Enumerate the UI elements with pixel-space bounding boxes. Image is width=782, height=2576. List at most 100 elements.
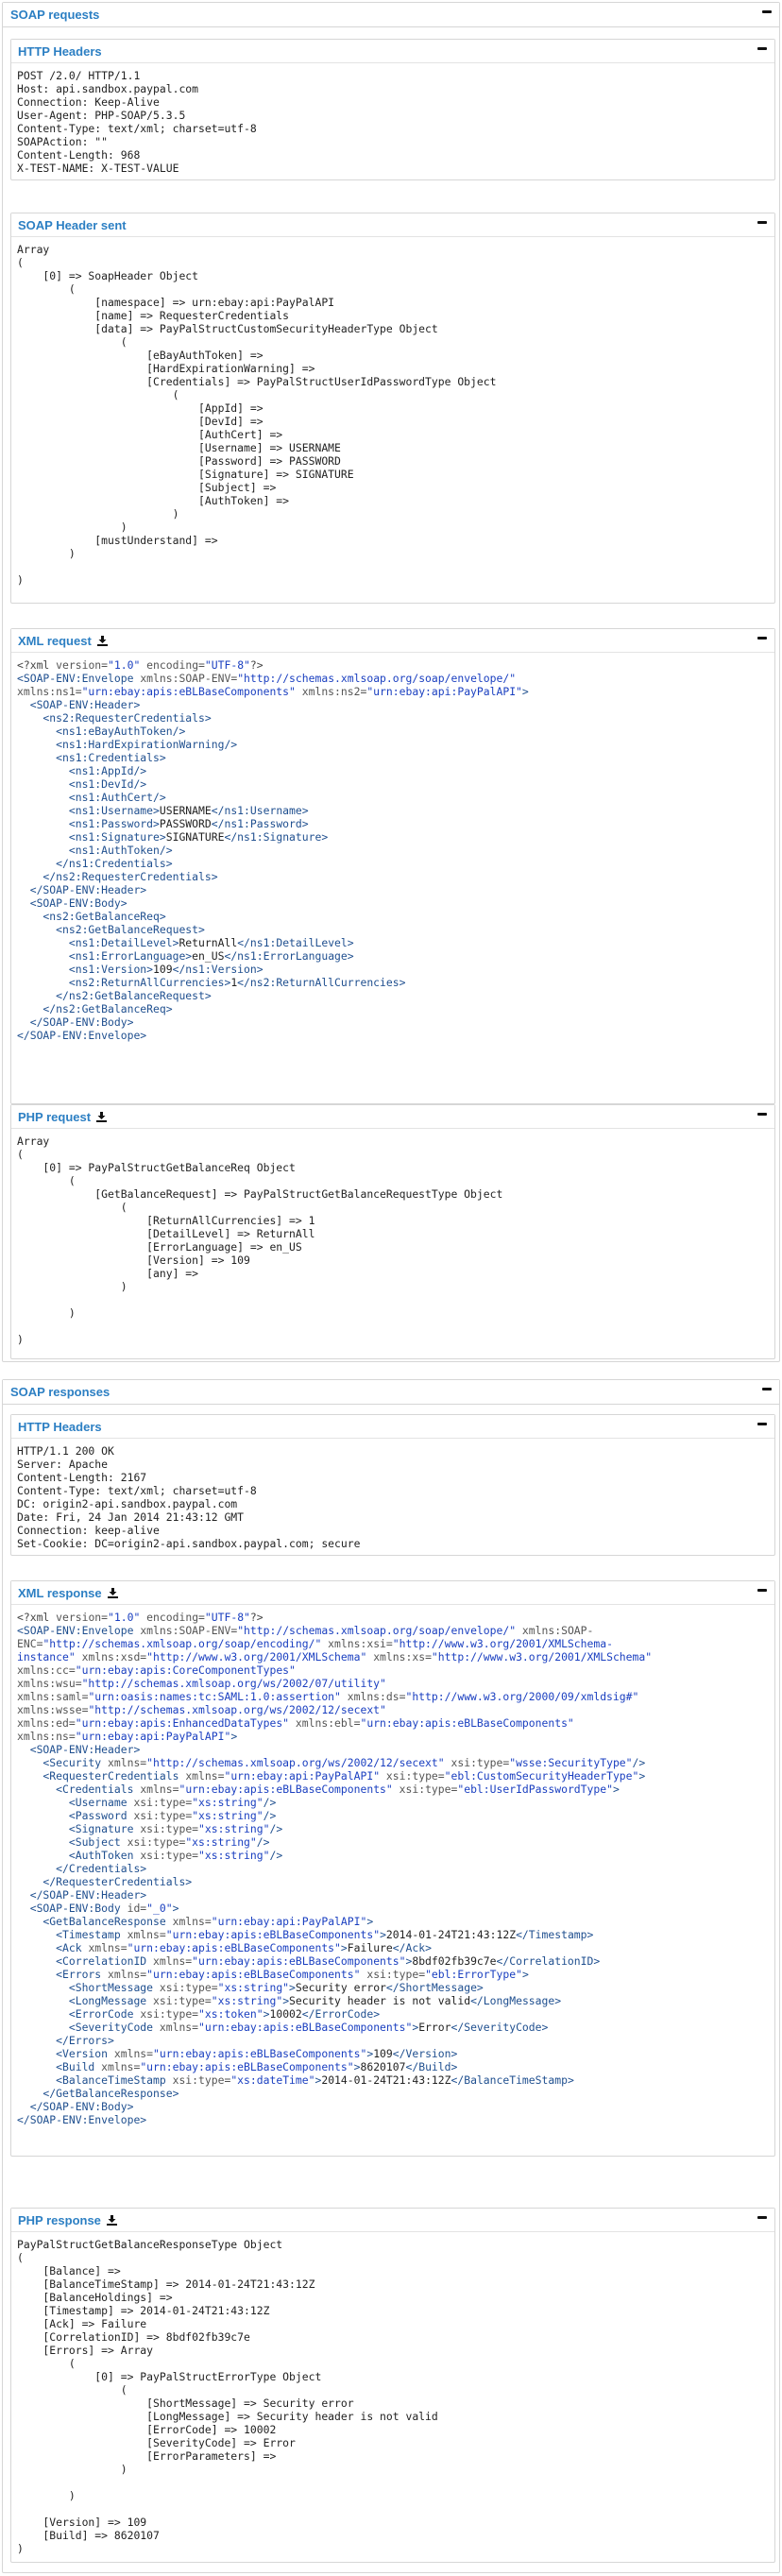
xml-token: xmlns= [127,1928,166,1941]
code-line: Date: Fri, 24 Jan 2014 21:43:12 GMT [17,1510,245,1524]
request-http-headers-header[interactable]: HTTP Headers [11,40,774,63]
collapse-icon[interactable] [757,221,767,224]
xml-token: <ShortMessage [17,1981,160,1994]
xml-token: xsi:type= [380,1769,445,1783]
response-http-headers-header[interactable]: HTTP Headers [11,1415,774,1439]
soap-responses-header[interactable]: SOAP responses [3,1380,779,1405]
xml-response-header[interactable]: XML response [11,1581,774,1605]
xml-token: id= [127,1902,147,1915]
xml-token: </Errors> [17,2034,114,2047]
collapse-icon[interactable] [757,1113,767,1116]
xml-token: xsi:type= [140,2007,199,2021]
xml-token: </ns1:DetailLevel> [237,936,354,949]
xml-line: <Security xmlns="http://schemas.xmlsoap.… [17,1756,769,1769]
php-response-header[interactable]: PHP response [11,2209,774,2232]
code-line: ) [17,1333,24,1346]
xml-line: <Subject xsi:type="xs:string"/> [17,1835,769,1849]
soap-header-sent-title: SOAP Header sent [18,217,127,232]
xml-line: <ns2:GetBalanceRequest> [17,923,769,936]
code-line: ) [17,1306,76,1320]
collapse-icon[interactable] [757,1423,767,1425]
xml-line: <ns1:Signature>SIGNATURE</ns1:Signature> [17,830,769,844]
xml-token: xmlns:saml= [17,1690,89,1703]
xml-request-header[interactable]: XML request [11,629,774,653]
xml-token: encoding= [140,658,205,672]
code-line: ) [17,520,128,534]
collapse-icon[interactable] [762,10,772,13]
code-line: [Timestamp] => 2014-01-24T21:43:12Z [17,2304,270,2317]
code-line: SOAPAction: "" [17,135,109,148]
xml-token: <Security [17,1756,109,1769]
xml-line: </SOAP-ENV:Envelope> [17,1029,769,1042]
xml-token: "1.0" [108,658,141,672]
xml-token: /> [263,1796,277,1809]
xml-token: "xs:string" [192,1796,264,1809]
collapse-icon[interactable] [757,1589,767,1592]
code-line: ( [17,335,128,349]
php-response-title: PHP response [18,2212,101,2227]
soap-requests-header[interactable]: SOAP requests [3,3,779,27]
xml-token: <SOAP-ENV:Body> [17,896,128,910]
xml-token: xmlns= [153,1954,193,1968]
code-line: X-TEST-NAME: X-TEST-VALUE [17,162,179,175]
xml-token: xmlns:xsi= [321,1637,393,1650]
xml-token: <ns1:Version> [17,963,154,976]
xml-line: xmlns:ns1="urn:ebay:apis:eBLBaseComponen… [17,685,769,698]
xml-token: <?xml [17,1611,57,1624]
response-http-headers-title: HTTP Headers [18,1419,102,1434]
collapse-icon[interactable] [762,1388,772,1390]
php-request-header[interactable]: PHP request [11,1105,774,1129]
collapse-icon[interactable] [757,47,767,50]
code-line: Content-Type: text/xml; charset=utf-8 [17,122,257,135]
code-line: [DetailLevel] => ReturnAll [17,1227,315,1240]
code-line: [ErrorLanguage] => en_US [17,1240,302,1254]
xml-line: <Build xmlns="urn:ebay:apis:eBLBaseCompo… [17,2060,769,2073]
xml-line: <ns1:Version>109</ns1:Version> [17,963,769,976]
code-line: ) [17,507,179,520]
xml-token: /> [256,1835,270,1849]
soap-header-sent-header[interactable]: SOAP Header sent [11,213,774,237]
download-icon[interactable] [96,1111,108,1122]
code-line: [mustUnderstand] => [17,534,218,547]
xml-token: > [612,1783,620,1796]
code-line: [HardExpirationWarning] => [17,362,315,375]
code-line: [CorrelationID] => 8bdf02fb39c7e [17,2330,250,2344]
xml-line: instance" xmlns:xsd="http://www.w3.org/2… [17,1650,769,1663]
xml-token: 109 [153,963,173,976]
xml-line: <SOAP-ENV:Header> [17,1743,769,1756]
php-request-panel: PHP request Array( [0] => PayPalStructGe… [10,1104,775,1359]
download-icon[interactable] [107,1587,118,1598]
xml-token: </ns1:Username> [211,804,309,817]
xml-token: <ns2:RequesterCredentials> [17,711,212,725]
xml-line: xmlns:saml="urn:oasis:names:tc:SAML:1.0:… [17,1690,769,1703]
xml-token: PASSWORD [159,817,212,830]
xml-line: <CorrelationID xmlns="urn:ebay:apis:eBLB… [17,1954,769,1968]
xml-line: <ns1:DevId/> [17,777,769,791]
xml-line: xmlns:cc="urn:ebay:apis:CoreComponentTyp… [17,1663,769,1677]
xml-line: <GetBalanceResponse xmlns="urn:ebay:api:… [17,1915,769,1928]
xml-token: xsi:type= [360,1968,426,1981]
collapse-icon[interactable] [757,2216,767,2219]
xml-token: instance" [17,1650,76,1663]
xml-token: <ns1:Credentials> [17,751,166,764]
code-line: ) [17,573,24,587]
code-line: [Build] => 8620107 [17,2529,160,2542]
code-line: [0] => SoapHeader Object [17,269,199,282]
xml-token: <Errors [17,1968,109,1981]
xml-token: version= [56,1611,109,1624]
download-icon[interactable] [96,635,108,646]
code-line: [Balance] => [17,2264,121,2277]
xml-line: xmlns:ns="urn:ebay:api:PayPalAPI"> [17,1730,769,1743]
code-line: [ErrorParameters] => [17,2449,277,2463]
xml-token: xsi:type= [133,1809,193,1822]
xml-token: > [638,1769,646,1783]
xml-token: </SOAP-ENV:Header> [17,883,147,896]
collapse-icon[interactable] [757,637,767,640]
xml-token: ?> [249,1611,264,1624]
xml-token: Error [418,2021,451,2034]
download-icon[interactable] [106,2214,117,2226]
xml-response-title: XML response [18,1585,102,1600]
xml-token: </RequesterCredentials> [17,1875,193,1888]
xml-token: <Subject [17,1835,128,1849]
